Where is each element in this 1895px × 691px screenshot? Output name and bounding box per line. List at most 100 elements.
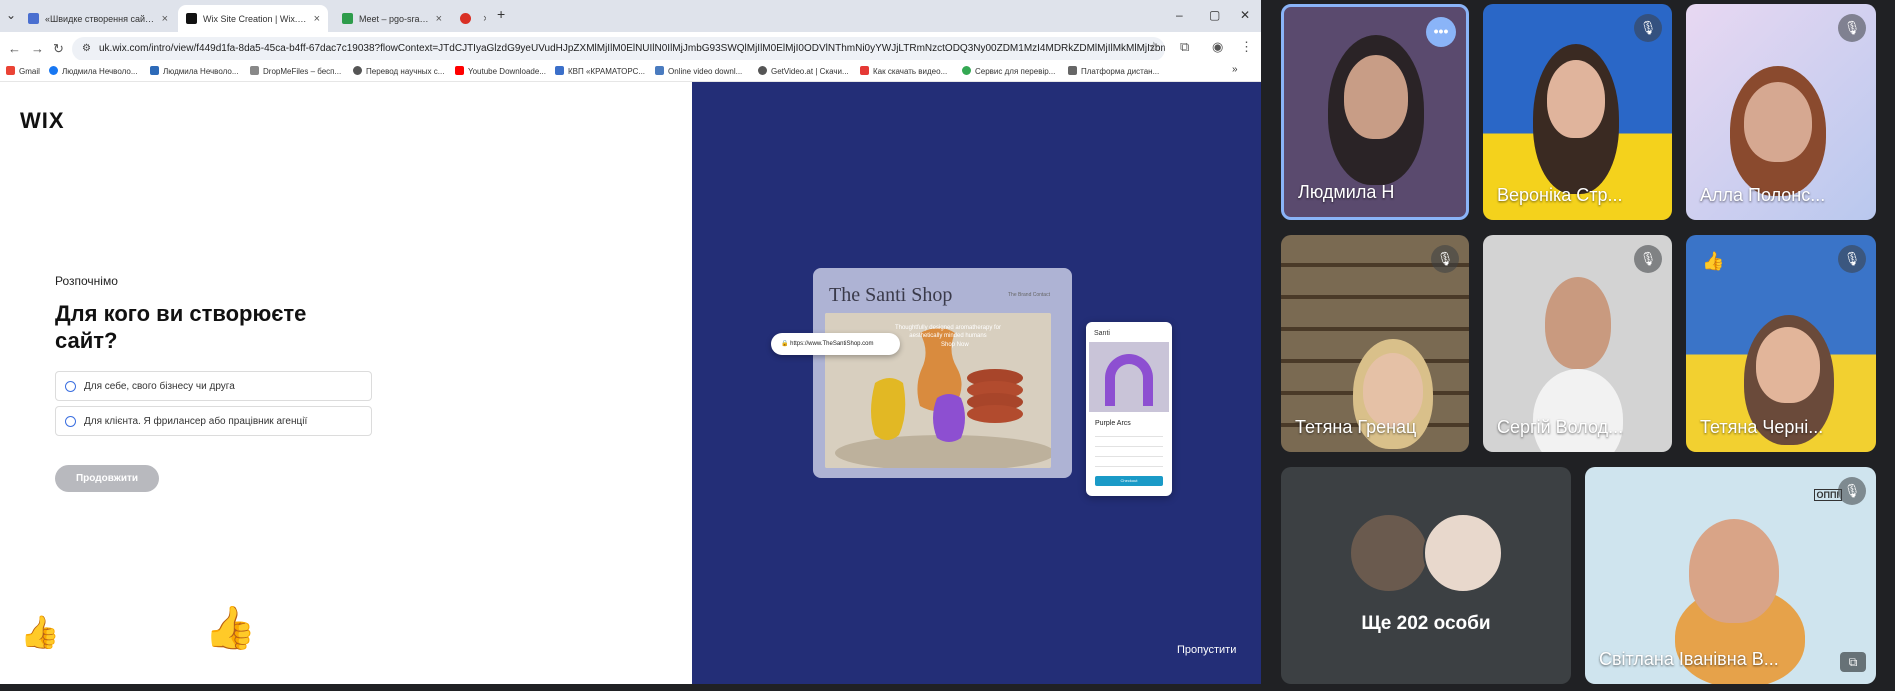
wix-logo[interactable]: WIX — [20, 108, 65, 134]
gmail-icon — [6, 66, 15, 75]
participant-tile[interactable]: 🎙 Алла Полонс... — [1686, 4, 1876, 220]
radio-button[interactable] — [65, 415, 76, 427]
speaker-tile[interactable]: ОППІ 🎙 Світлана Іванівна В... ⧉ — [1585, 467, 1876, 684]
url-field[interactable]: ⚙ uk.wix.com/intro/view/f449d1fa-8da5-45… — [72, 37, 1165, 61]
wix-onboarding-page: WIX Розпочнімо Для кого ви створюєте сай… — [0, 82, 1261, 684]
bookmark-item[interactable]: GetVideo.at | Скачи... — [758, 66, 851, 76]
more-options-icon[interactable]: ••• — [1426, 17, 1456, 47]
thumbs-up-reaction-icon: 👍 — [20, 614, 60, 650]
mic-off-icon: 🎙 — [1634, 14, 1662, 42]
tab-close-icon[interactable]: × — [162, 13, 168, 25]
reload-icon[interactable]: ↻ — [53, 41, 64, 57]
forward-icon[interactable]: → — [31, 41, 44, 56]
maximize-icon[interactable]: ▢ — [1209, 8, 1220, 22]
cart-card: Purple Arcs Checkout — [1090, 414, 1168, 492]
participant-face — [1744, 82, 1812, 162]
mic-off-icon: 🎙 — [1838, 245, 1866, 273]
mockup-url-pill: 🔒 https://www.TheSantiShop.com — [771, 333, 900, 355]
tab-meet[interactable]: Meet – pgo-srak-jkf × — [334, 5, 450, 32]
bookmark-item[interactable]: Людмила Нечволо... — [150, 66, 242, 76]
divider — [1095, 466, 1163, 467]
bookmark-item[interactable]: Как скачать видео... — [860, 66, 955, 76]
back-icon[interactable]: ← — [8, 41, 21, 56]
checkout-button: Checkout — [1095, 476, 1163, 486]
product-image — [1089, 342, 1169, 412]
divider — [1095, 436, 1163, 437]
site-mockup: The Santi Shop The Brand Contact Thought… — [813, 268, 1072, 478]
lock-icon: 🔒 — [781, 341, 791, 347]
tab-recording[interactable]: × — [452, 5, 486, 32]
participant-tile[interactable]: 👍 🎙 Тетяна Черні... — [1686, 235, 1876, 452]
bookmark-item[interactable]: DropMeFiles – бесп... — [250, 66, 346, 76]
bookmark-item[interactable]: КВП «КРАМАТОРС... — [555, 66, 647, 76]
new-tab-icon[interactable]: + — [497, 6, 505, 22]
globe-icon — [353, 66, 362, 75]
bookmark-star-icon[interactable]: ☆ — [1148, 39, 1160, 55]
record-favicon-icon — [460, 13, 471, 24]
thumbs-up-reaction-icon: 👍 — [204, 604, 257, 651]
avatar — [1423, 513, 1503, 593]
facebook-icon — [49, 66, 58, 75]
tab-wix-course[interactable]: «Швидке створення сайту в» × — [20, 5, 176, 32]
participant-video — [1533, 369, 1623, 452]
participant-tile[interactable]: 🎙 Вероніка Стр... — [1483, 4, 1672, 220]
tab-favicon-icon — [342, 13, 353, 24]
purple-arcs-illustration — [1105, 354, 1153, 406]
participant-tile[interactable]: 🎙 Сергій Волод... — [1483, 235, 1672, 452]
menu-icon[interactable]: ⋮ — [1240, 39, 1253, 55]
bookmark-item[interactable]: Youtube Downloade... — [455, 66, 547, 76]
tab-close-icon[interactable]: × — [314, 13, 320, 25]
vk-icon — [150, 66, 159, 75]
bookmark-item[interactable]: Платформа дистан... — [1068, 66, 1163, 76]
continue-button[interactable]: Продовжити — [55, 465, 159, 492]
picture-in-picture-icon[interactable]: ⧉ — [1840, 652, 1866, 672]
participant-tile[interactable]: ••• Людмила Н — [1281, 4, 1469, 220]
preview-panel: The Santi Shop The Brand Contact Thought… — [692, 82, 1261, 684]
avatar — [1349, 513, 1429, 593]
bookmark-gmail[interactable]: Gmail — [6, 66, 44, 76]
mockup-tagline: Thoughtfully designed aromatherapy for a… — [894, 325, 1002, 339]
tab-close-icon[interactable]: × — [436, 13, 442, 25]
participant-name: Сергій Волод... — [1497, 417, 1624, 437]
bookmark-item[interactable]: Online video downl... — [655, 66, 751, 76]
globe-icon — [758, 66, 767, 75]
tab-favicon-icon — [186, 13, 197, 24]
site-icon — [555, 66, 564, 75]
option-label: Для себе, свого бізнесу чи друга — [84, 380, 235, 392]
more-participants-label: Ще 202 особи — [1361, 613, 1491, 634]
bookmark-item[interactable]: Сервис для перевір... — [962, 66, 1060, 76]
bookmark-item[interactable]: Перевод научных с... — [353, 66, 448, 76]
profile-icon[interactable]: ◉ — [1212, 39, 1223, 55]
skip-link[interactable]: Пропустити — [1177, 644, 1236, 656]
participant-name: Вероніка Стр... — [1497, 185, 1623, 205]
youtube-icon — [455, 66, 464, 75]
tab-label: Wix Site Creation | Wix.com — [203, 13, 308, 24]
close-window-icon[interactable]: ✕ — [1240, 8, 1250, 22]
step-kicker: Розпочнімо — [55, 274, 118, 288]
tab-close-icon[interactable]: × — [483, 13, 486, 25]
tab-wix-site-creation[interactable]: Wix Site Creation | Wix.com × — [178, 5, 328, 32]
participant-name: Світлана Іванівна В... — [1599, 649, 1779, 669]
tab-label: «Швидке створення сайту в» — [45, 13, 156, 24]
option-label: Для клієнта. Я фрилансер або працівник а… — [84, 415, 308, 427]
extensions-icon[interactable]: ⧉ — [1180, 39, 1189, 55]
minimize-icon[interactable]: – — [1176, 8, 1183, 22]
participant-tile[interactable]: 🎙 Тетяна Гренац — [1281, 235, 1469, 452]
bookmark-item[interactable]: Людмила Нечволо... — [49, 66, 141, 76]
platform-icon — [1068, 66, 1077, 75]
check-service-icon — [962, 66, 971, 75]
tab-search-icon[interactable]: ⌄ — [6, 8, 16, 22]
site-info-icon[interactable]: ⚙ — [82, 37, 91, 61]
divider — [1095, 446, 1163, 447]
option-for-client[interactable]: Для клієнта. Я фрилансер або працівник а… — [55, 406, 372, 436]
browser-window: ⌄ «Швидке створення сайту в» × Wix Site … — [0, 0, 1261, 684]
dropmefiles-icon — [250, 66, 259, 75]
bookmarks-bar: Gmail Людмила Нечволо... Людмила Нечволо… — [0, 60, 1261, 82]
option-for-self[interactable]: Для себе, свого бізнесу чи друга — [55, 371, 372, 401]
radio-button[interactable] — [65, 380, 76, 392]
participant-face — [1547, 60, 1605, 138]
mockup-shop-title: The Santi Shop — [829, 284, 953, 306]
more-participants-tile[interactable]: Ще 202 особи — [1281, 467, 1571, 684]
question-panel: WIX Розпочнімо Для кого ви створюєте сай… — [0, 82, 692, 684]
more-bookmarks-icon[interactable]: » — [1232, 64, 1246, 75]
